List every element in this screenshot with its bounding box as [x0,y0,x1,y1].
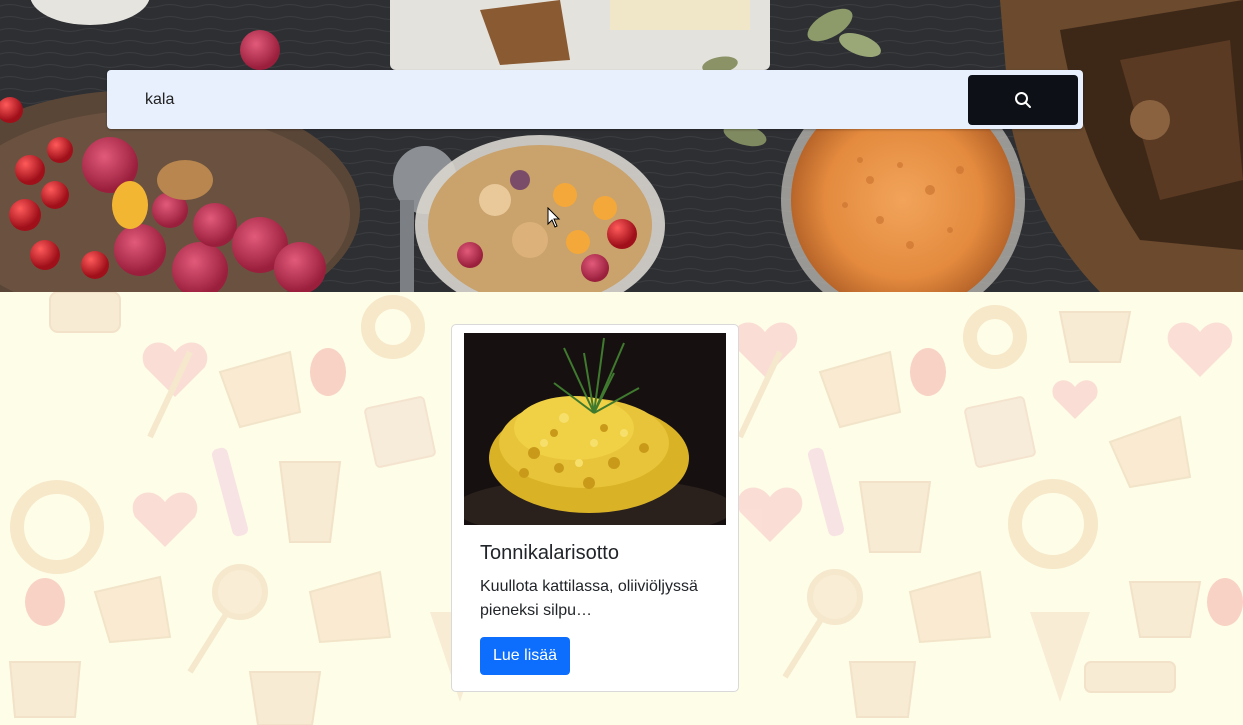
recipe-image [464,333,726,525]
recipe-card: Tonnikalarisotto Kuullota kattilassa, ol… [451,324,739,692]
hero-banner [0,0,1243,292]
search-icon [1015,92,1031,108]
search-input[interactable] [123,78,963,121]
recipe-excerpt: Kuullota kattilassa, oliiviöljyssä piene… [480,578,698,619]
mouse-cursor-icon [547,207,561,228]
read-more-button[interactable]: Lue lisää [480,637,571,675]
search-button[interactable] [968,75,1078,125]
food-background-image [0,0,1243,292]
recipe-title: Tonnikalarisotto [480,542,619,564]
search-bar [107,70,1083,129]
